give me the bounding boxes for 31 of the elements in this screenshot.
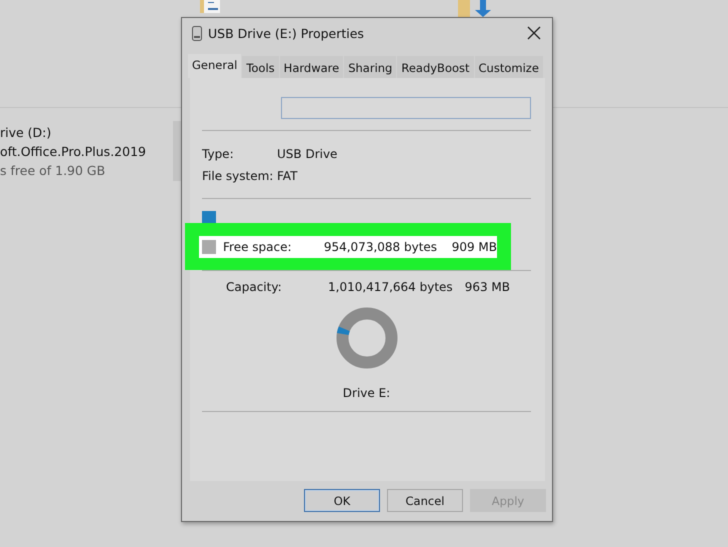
capacity-size: 963 MB [464, 280, 510, 294]
tab[interactable]: Hardware [280, 56, 344, 78]
free-space-bytes: 954,073,088 bytes [322, 240, 438, 254]
drive-free-space: s free of 1.90 GB [0, 162, 106, 180]
drive-label: oft.Office.Pro.Plus.2019 [0, 143, 146, 161]
property-label: Type: [202, 146, 235, 163]
drive-name: rive (D:) [0, 124, 52, 142]
free-space-label: Free space: [223, 240, 293, 254]
tab[interactable]: Tools [242, 56, 279, 78]
property-value: FAT [277, 168, 298, 185]
dialog-button[interactable]: Cancel [387, 489, 463, 512]
free-space-size: 909 MB [450, 240, 498, 254]
tab[interactable]: General [188, 54, 242, 78]
close-icon [527, 26, 541, 40]
close-button[interactable] [526, 25, 542, 41]
drive-icon [192, 26, 202, 40]
disk-usage-donut-drawing [336, 307, 398, 369]
scrollbar[interactable] [173, 121, 181, 181]
drive-caption: Drive E: [342, 386, 392, 400]
free-space-swatch [202, 240, 216, 254]
property-label: File system: [202, 168, 274, 185]
dialog-button[interactable]: OK [304, 489, 380, 512]
drive-name-field[interactable] [281, 97, 531, 119]
window-title: USB Drive (E:) Properties [208, 26, 365, 40]
capacity-label: Capacity: [226, 280, 283, 294]
document-icon [200, 0, 220, 13]
used-space-swatch [202, 211, 216, 223]
property-value: USB Drive [277, 146, 338, 163]
tab[interactable]: Customize [474, 56, 543, 78]
tab[interactable]: ReadyBoost [397, 56, 474, 78]
tab[interactable]: Sharing [344, 56, 396, 78]
